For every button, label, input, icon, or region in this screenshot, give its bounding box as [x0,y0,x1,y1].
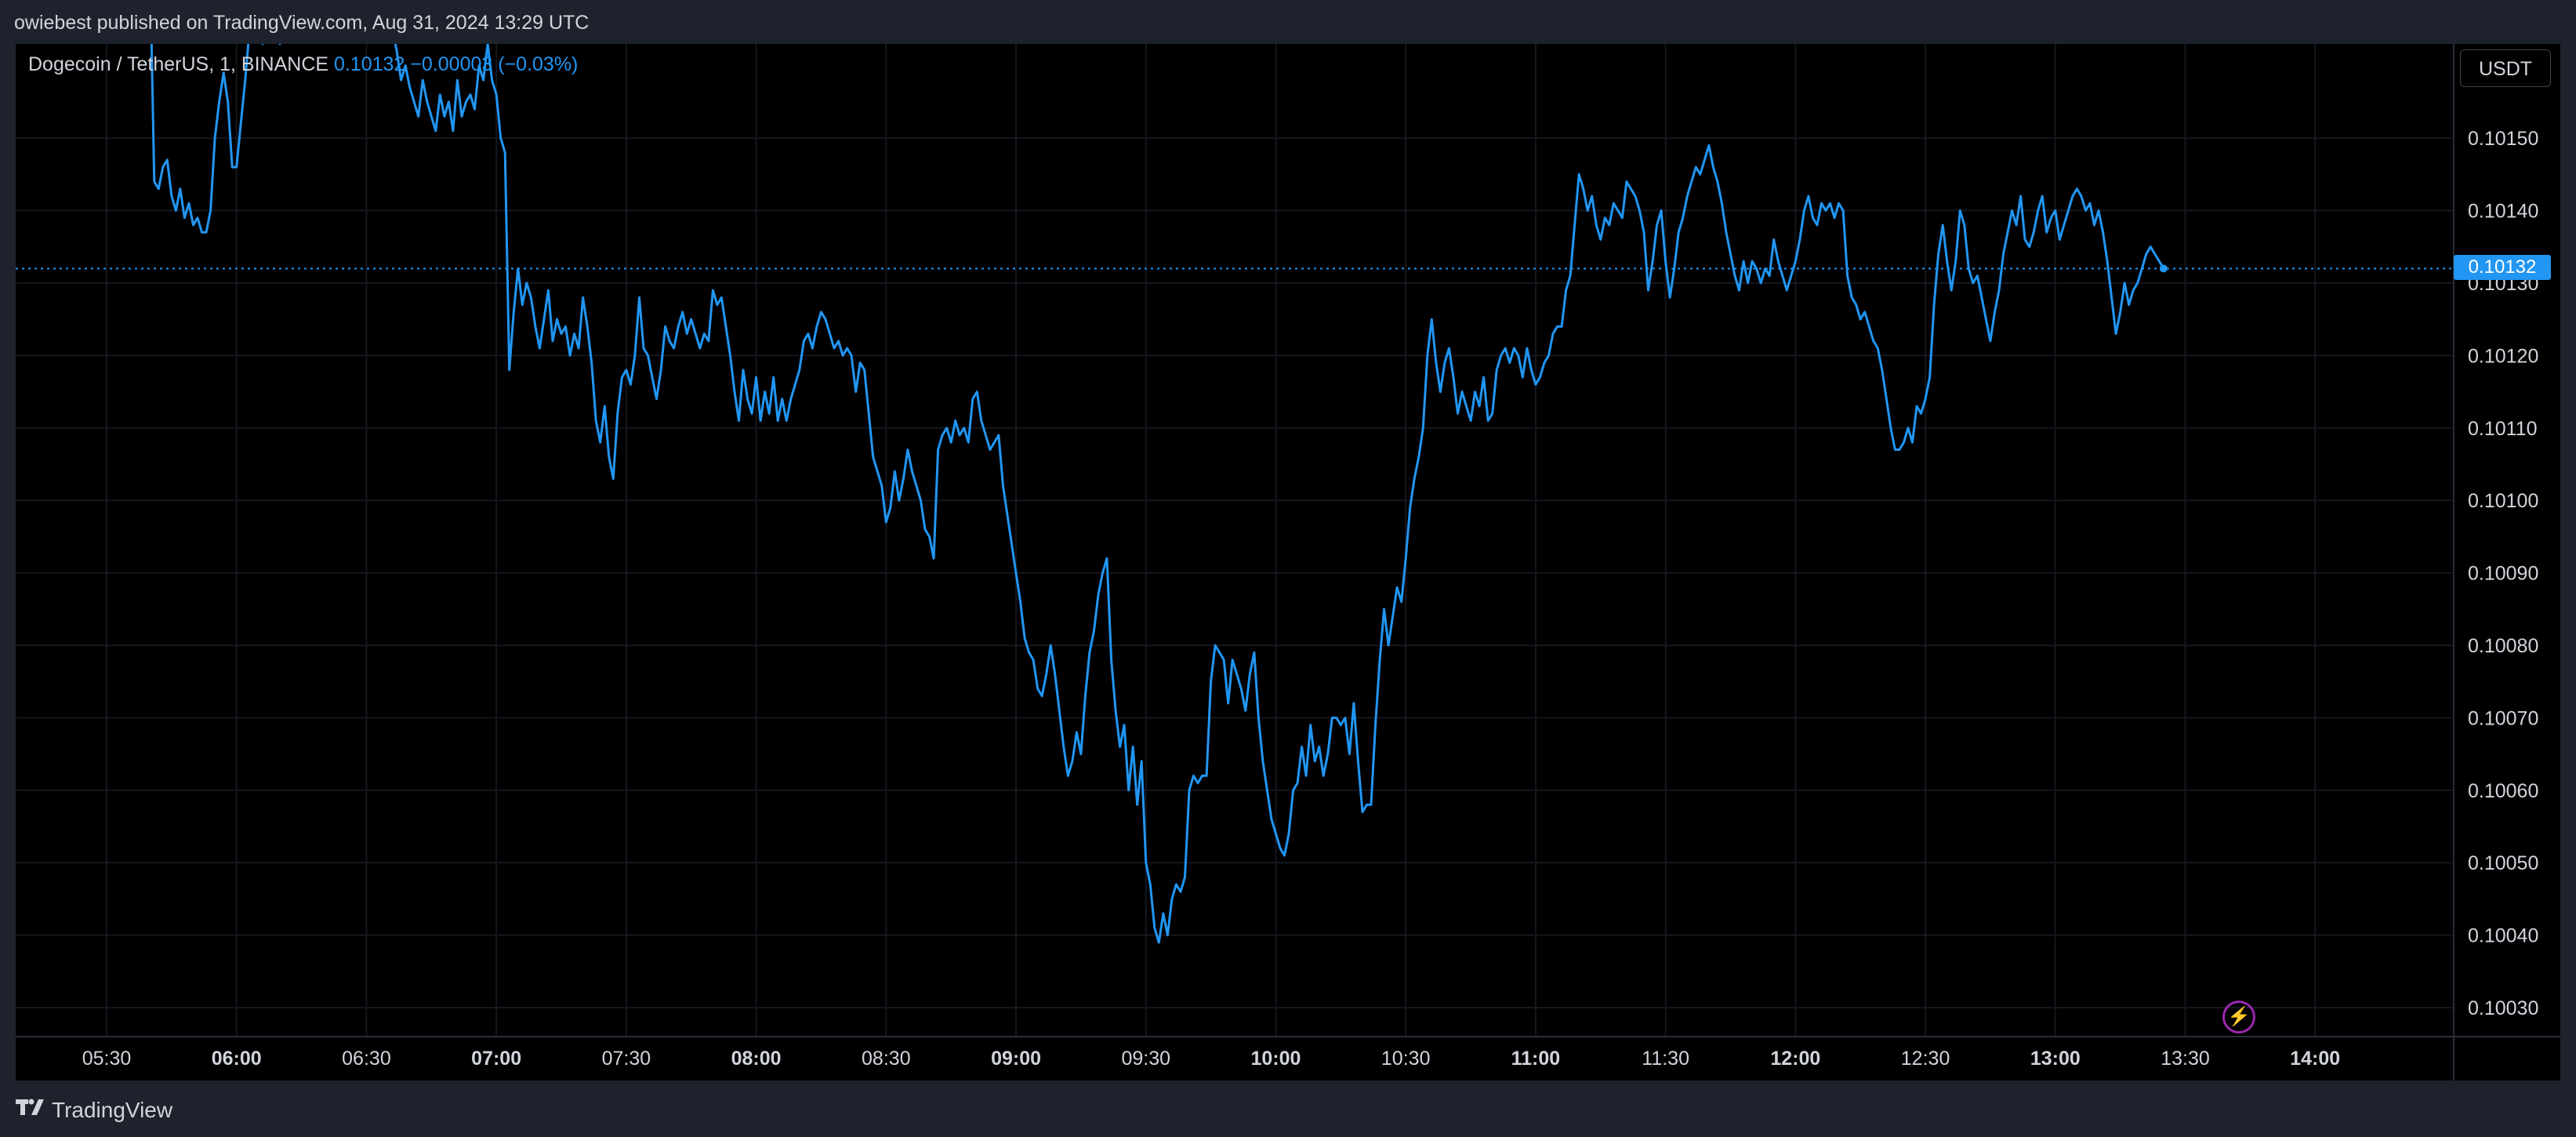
time-tick-label: 13:30 [2161,1048,2210,1070]
publish-info-text: owiebest published on TradingView.com, A… [14,12,590,34]
price-chart[interactable]: 0.10030 0.10040 0.10050 0.10060 0.10070 0.100… [16,44,2560,1081]
price-series-line [150,44,2165,944]
price-tick-label: 0.10060 [2468,780,2538,802]
time-tick-label: 08:30 [862,1048,911,1070]
time-tick-label: 11:00 [1511,1048,1561,1070]
time-tick-label: 06:00 [212,1048,262,1070]
price-tick-label: 0.10090 [2468,563,2538,585]
price-tick-label: 0.10150 [2468,128,2538,150]
time-tick-label: 12:00 [1770,1048,1820,1070]
last-price-marker [2159,264,2168,273]
lightning-bolt-icon[interactable]: ⚡ [2222,1001,2255,1033]
price-tick-label: 0.10050 [2468,852,2538,874]
symbol-legend: Dogecoin / TetherUS, 1, BINANCE 0.10132 … [28,53,578,76]
price-tick-label: 0.10110 [2468,418,2538,440]
time-tick-label: 07:00 [471,1048,521,1070]
brand-name[interactable]: TradingView [52,1098,172,1123]
time-axis-labels: 05:30 06:00 06:30 07:00 07:30 08:00 08:30 09:00… [82,1048,2340,1070]
chart-pane[interactable]: 0.10030 0.10040 0.10050 0.10060 0.10070 0.100… [16,44,2560,1081]
time-tick-label: 09:00 [991,1048,1041,1070]
price-tick-label: 0.10030 [2468,997,2538,1019]
price-tick-label: 0.10140 [2468,201,2538,223]
price-tick-label: 0.10070 [2468,707,2538,729]
price-tick-label: 0.10080 [2468,635,2538,657]
time-tick-label: 12:30 [1901,1048,1950,1070]
currency-selector-button[interactable]: USDT [2460,49,2551,87]
time-tick-label: 10:00 [1251,1048,1301,1070]
time-tick-label: 11:30 [1642,1048,1689,1070]
price-tick-label: 0.10040 [2468,925,2538,947]
time-tick-label: 10:30 [1381,1048,1431,1070]
time-tick-label: 08:00 [731,1048,782,1070]
time-tick-label: 09:30 [1121,1048,1170,1070]
price-tick-label: 0.10100 [2468,490,2538,512]
last-price-tag: 0.10132 [2454,255,2551,280]
legend-last-price: 0.10132 [334,53,405,75]
time-tick-label: 06:30 [342,1048,391,1070]
tradingview-logo-icon[interactable] [14,1092,45,1123]
price-tick-label: 0.10120 [2468,345,2538,367]
footer-bar: TradingView [0,1081,2576,1137]
time-tick-label: 14:00 [2290,1048,2340,1070]
time-tick-label: 05:30 [82,1048,132,1070]
vertical-grid [106,44,2317,1037]
time-tick-label: 07:30 [602,1048,651,1070]
time-tick-label: 13:00 [2030,1048,2081,1070]
publish-header: owiebest published on TradingView.com, A… [0,0,2576,44]
legend-change: −0.00003 (−0.03%) [410,53,579,75]
symbol-title[interactable]: Dogecoin / TetherUS, 1, BINANCE [28,53,328,75]
